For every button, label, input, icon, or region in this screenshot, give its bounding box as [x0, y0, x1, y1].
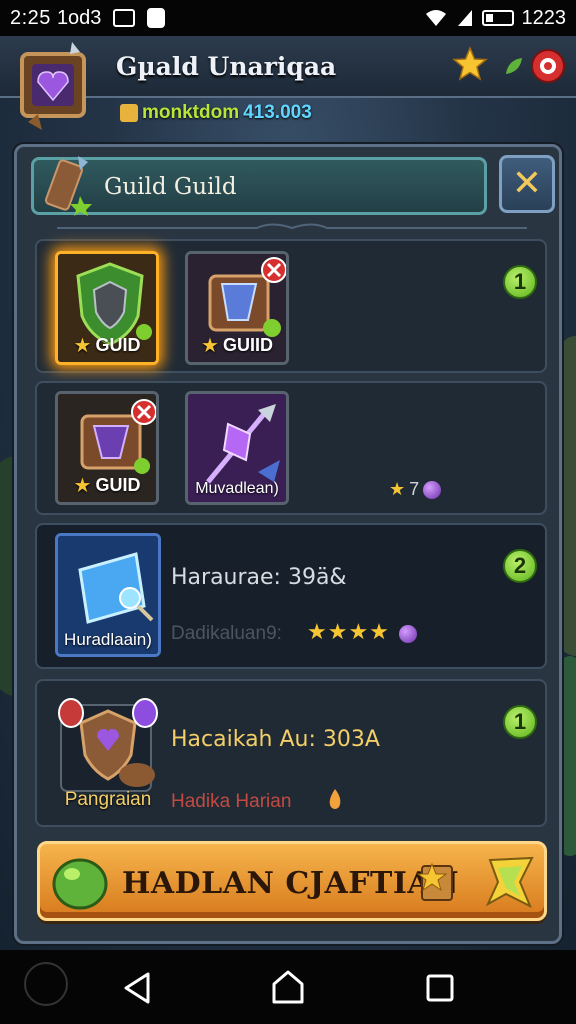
panel-title: Guild Guild	[104, 174, 237, 200]
rating-stars: ★★★★	[307, 619, 390, 644]
image-icon	[113, 9, 136, 27]
row-red-text: Hadika Harian	[171, 791, 292, 812]
slot-caption: Muvadlean)	[195, 480, 279, 497]
coin-bag-icon	[120, 104, 138, 122]
star-icon: ★	[201, 335, 219, 357]
count-badge: 1	[503, 705, 537, 739]
slot-caption: Huradlaain)	[64, 630, 152, 649]
recents-icon[interactable]	[420, 968, 460, 1008]
guild-currency: monktdom 413.003	[120, 102, 312, 124]
currency-value: 413.003	[243, 102, 312, 123]
guild-row-3[interactable]: Huradlaain) Haraurae: 39ä& Dadikaluan9: …	[35, 523, 547, 669]
star-icon: ★	[73, 335, 92, 357]
gem-icon	[399, 625, 417, 643]
settings-red-icon[interactable]	[530, 48, 566, 84]
battery-icon	[481, 10, 514, 26]
guild-slot-chest-2[interactable]: ★ GUID	[55, 391, 159, 505]
home-icon[interactable]	[268, 968, 308, 1008]
star-icon: ★	[389, 479, 406, 499]
star-icon: ★	[73, 475, 92, 497]
slot-caption: ★ GUID	[73, 335, 141, 357]
page-title: Gµald Unariqaa	[116, 52, 337, 81]
guild-slot-chest[interactable]: ★ GUIID	[185, 251, 289, 365]
scroll-star-icon	[416, 862, 453, 901]
wifi-icon	[425, 10, 446, 26]
guild-row-2[interactable]: ★ GUID Muvadlean) ★ 7	[35, 381, 547, 515]
count-badge: 2	[503, 549, 537, 583]
gem-icon	[423, 480, 442, 499]
status-bar: 2:25 1od3 1223	[0, 0, 576, 36]
assistant-circle-icon[interactable]	[24, 962, 68, 1006]
guild-slot-shield[interactable]: ★ GUID	[55, 251, 159, 365]
back-icon[interactable]	[118, 968, 158, 1008]
notification-icon	[147, 8, 166, 28]
guild-panel: Guild Guild ✕ ★ GUID ★ GUIID 1 ★ GUID Mu…	[14, 144, 562, 944]
guild-slot-crystal[interactable]: Huradlaain)	[55, 533, 161, 657]
signal-icon	[457, 10, 472, 26]
leaf-icon[interactable]	[504, 56, 524, 76]
status-time: 2:25	[10, 6, 51, 29]
row-main-text: Haraurae: 39ä&	[171, 565, 347, 590]
flame-icon	[329, 789, 341, 809]
green-orb-icon	[52, 858, 108, 910]
favorite-star-icon[interactable]	[452, 46, 488, 82]
slot-caption: Pangraian	[64, 789, 152, 810]
game-screen: Gµald Unariqaa monktdom 413.003 Guild Gu…	[0, 36, 576, 950]
guild-row-1[interactable]: ★ GUID ★ GUIID 1	[35, 239, 547, 373]
craft-action-button[interactable]: HADLAN CJAFTIAN	[37, 841, 547, 921]
system-nav-bar	[0, 950, 576, 1024]
currency-label: monktdom	[142, 102, 240, 123]
guild-row-4[interactable]: Pangraian Hacaikah Au: 303A Hadika Haria…	[35, 679, 547, 827]
scroll-icon	[44, 156, 92, 216]
status-clock-right: 1223	[521, 6, 567, 29]
ornament-divider	[57, 223, 527, 230]
guild-slot-crest[interactable]: Pangraian	[55, 691, 161, 815]
guild-emblem-icon[interactable]	[8, 38, 98, 134]
status-carrier: 1od3	[56, 6, 102, 29]
count-badge: 1	[503, 265, 537, 299]
close-button[interactable]: ✕	[499, 155, 555, 213]
slot-caption: ★ GUIID	[201, 335, 273, 357]
reward-indicator: ★ 7	[389, 479, 442, 500]
gold-star-icon	[486, 856, 534, 909]
row-main-text: Hacaikah Au: 303A	[171, 727, 380, 752]
guild-slot-staff[interactable]: Muvadlean)	[185, 391, 289, 505]
panel-title-bar: Guild Guild	[31, 156, 487, 216]
action-button-label: HADLAN CJAFTIAN	[122, 866, 460, 901]
row-faded-text: Dadikaluan9:	[171, 623, 282, 644]
slot-caption: ★ GUID	[73, 475, 141, 497]
